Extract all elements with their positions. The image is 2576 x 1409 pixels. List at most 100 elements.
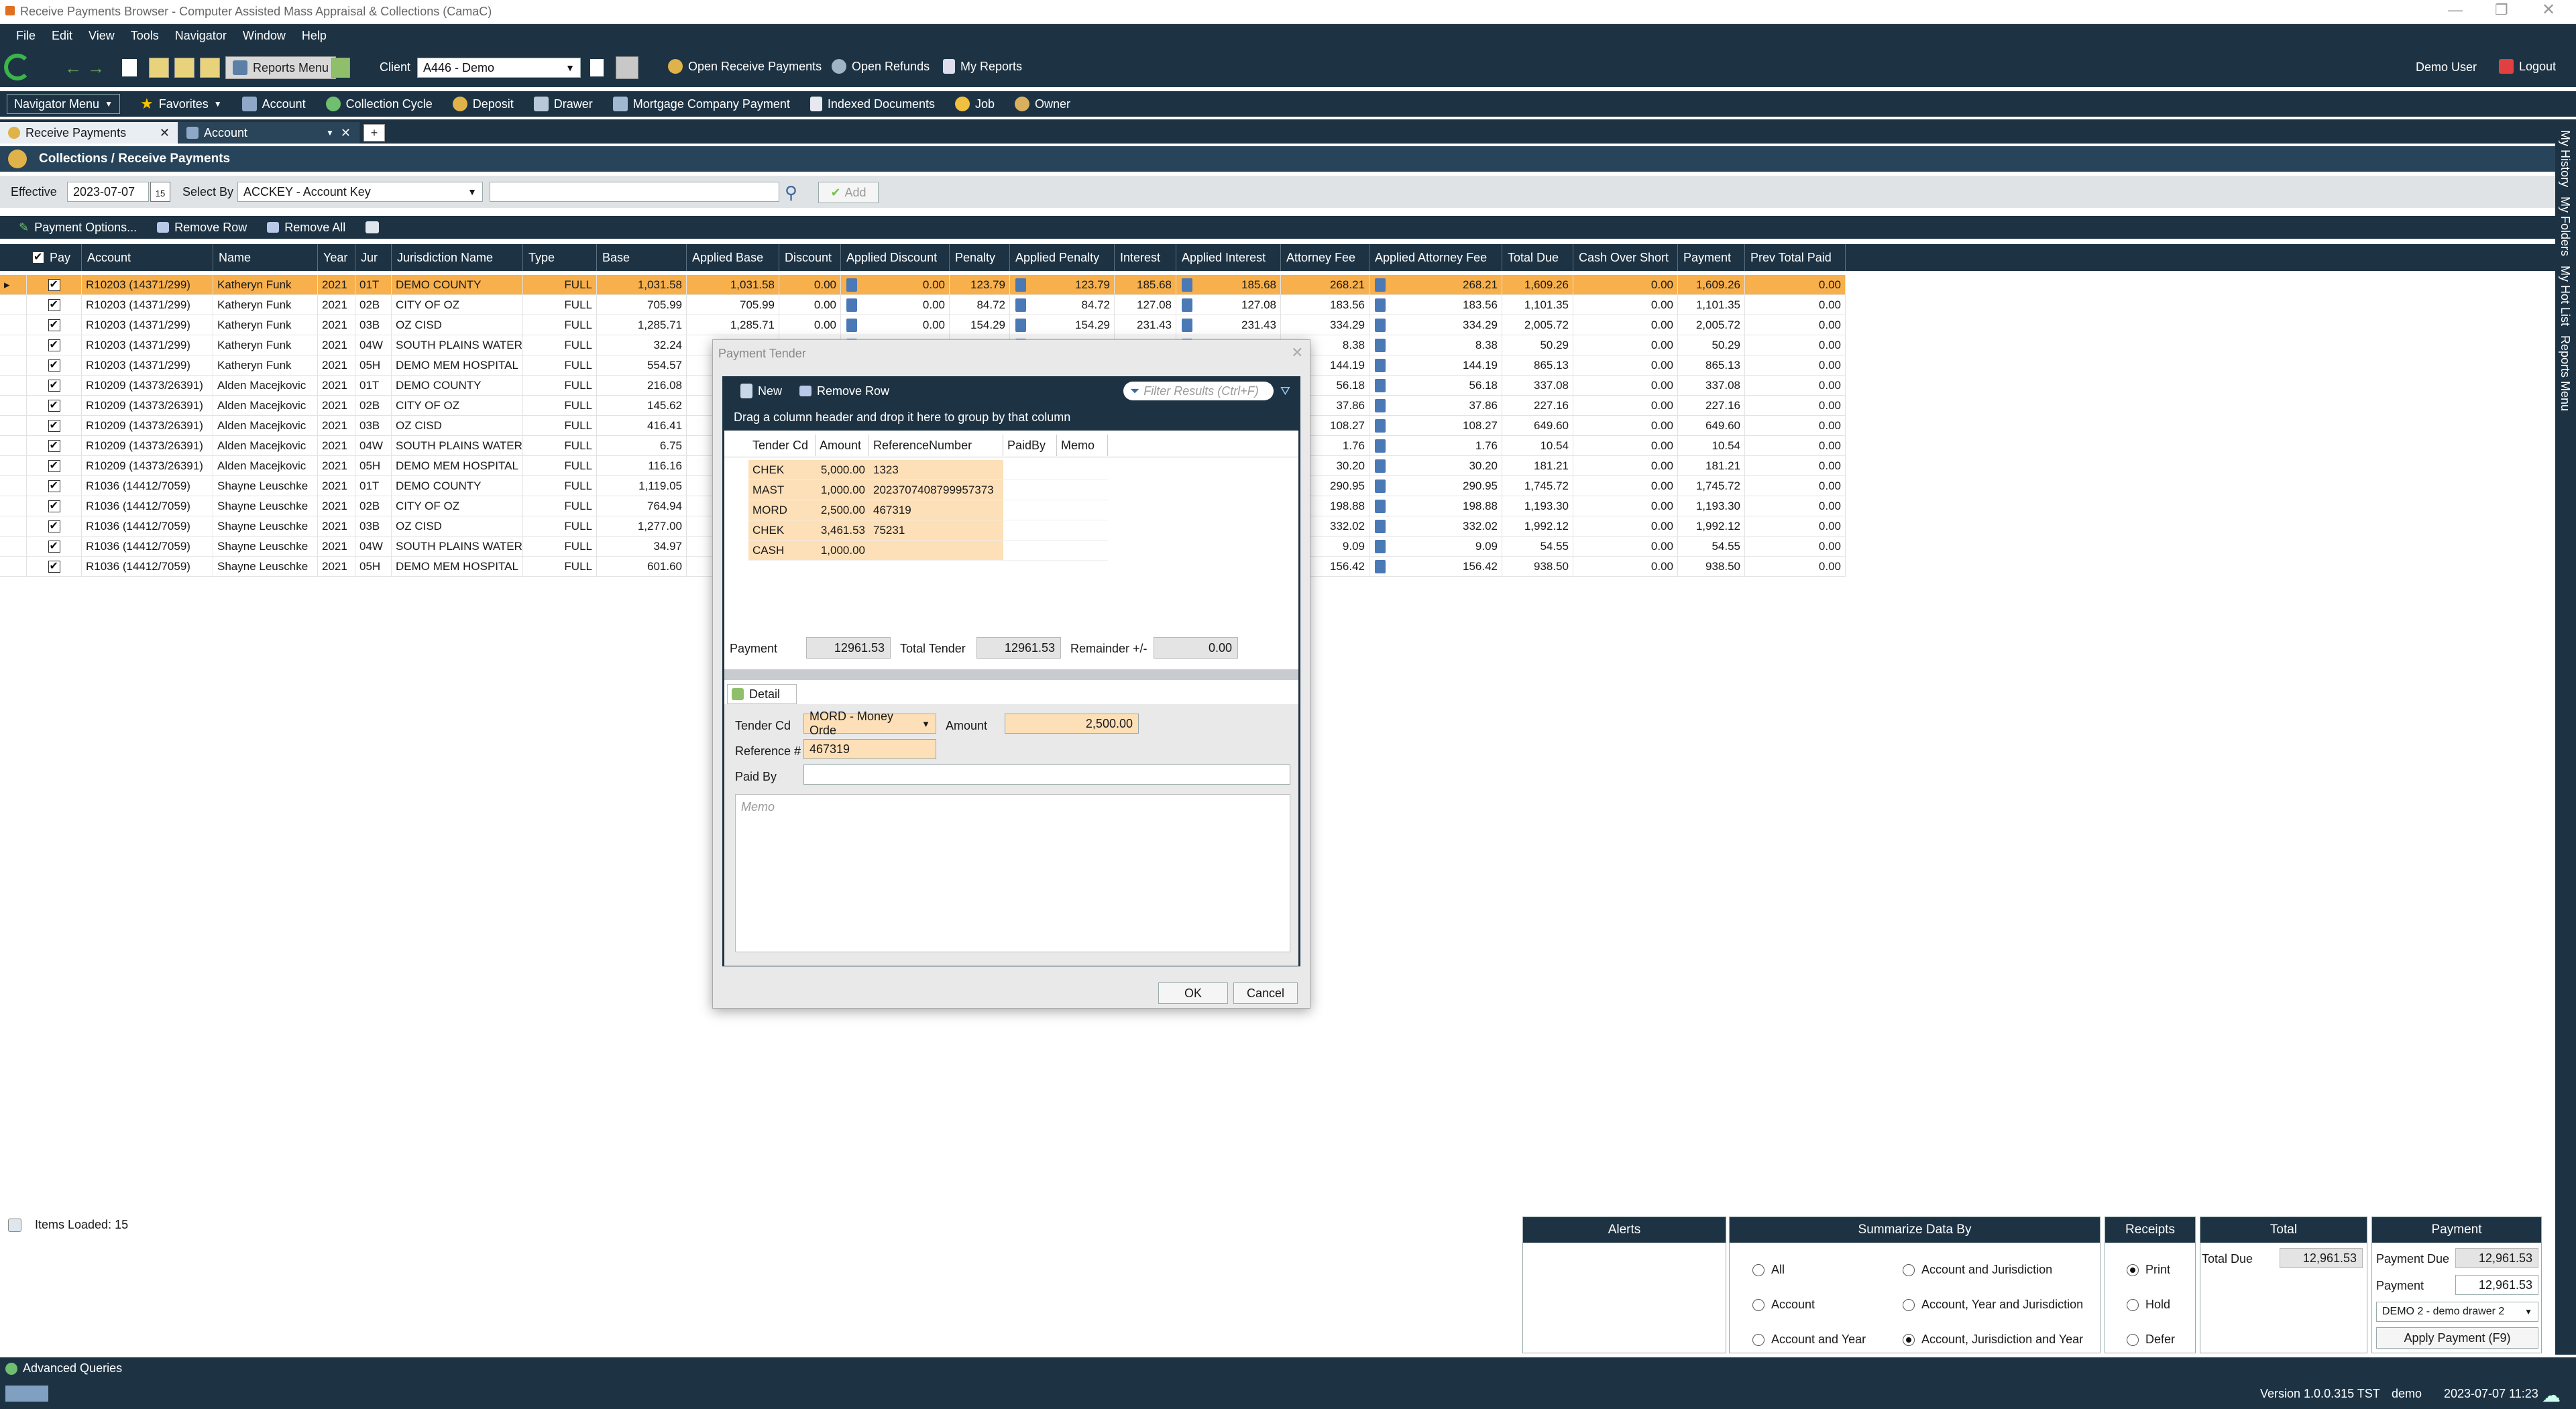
calculator-icon[interactable]	[1375, 379, 1386, 392]
col-penalty[interactable]: Penalty	[950, 244, 1010, 271]
col-base[interactable]: Base	[597, 244, 687, 271]
tender-cell[interactable]	[869, 541, 1003, 561]
pay-checkbox[interactable]	[48, 398, 60, 412]
col-applied-base[interactable]: Applied Base	[687, 244, 779, 271]
row-indicator[interactable]: ▸	[0, 275, 27, 295]
col-type[interactable]: Type	[523, 244, 597, 271]
new-document-icon[interactable]	[122, 59, 137, 76]
layout-icon-1[interactable]	[149, 58, 169, 78]
menu-navigator[interactable]: Navigator	[175, 29, 227, 43]
col-paid-by[interactable]: PaidBy	[1003, 435, 1057, 456]
advanced-queries-button[interactable]: Advanced Queries	[5, 1361, 122, 1375]
summarize-account[interactable]: Account	[1752, 1298, 1815, 1312]
add-button[interactable]: ✔ Add	[818, 182, 879, 203]
memo-textarea[interactable]: Memo	[735, 794, 1290, 952]
tender-cell[interactable]	[1057, 541, 1108, 561]
pay-checkbox[interactable]	[48, 439, 60, 452]
status-icons[interactable]	[5, 1386, 48, 1402]
row-indicator[interactable]	[0, 516, 27, 537]
close-icon[interactable]: ✕	[2542, 0, 2555, 19]
row-indicator[interactable]	[0, 436, 27, 456]
select-all-checkbox[interactable]	[32, 250, 44, 264]
table-row[interactable]: R10203 (14371/299) Katheryn Funk 2021 02B CI…	[0, 295, 1846, 315]
calculator-icon[interactable]	[1375, 480, 1386, 493]
col-prev-total-paid[interactable]: Prev Total Paid	[1745, 244, 1846, 271]
col-payment[interactable]: Payment	[1678, 244, 1745, 271]
calculator-icon[interactable]	[1375, 520, 1386, 533]
tender-cell[interactable]	[1057, 480, 1108, 500]
nav-deposit[interactable]: Deposit	[452, 97, 514, 111]
row-indicator[interactable]	[0, 537, 27, 557]
col-reference-number[interactable]: ReferenceNumber	[869, 435, 1003, 456]
open-receive-payments-button[interactable]: Open Receive Payments	[668, 59, 822, 74]
new-tender-button[interactable]: New	[740, 384, 782, 398]
col-applied-attorney-fee[interactable]: Applied Attorney Fee	[1369, 244, 1502, 271]
calculator-icon[interactable]	[1375, 399, 1386, 412]
tender-cell[interactable]: CASH	[748, 541, 816, 561]
col-cash-over-short[interactable]: Cash Over Short	[1573, 244, 1678, 271]
summarize-all[interactable]: All	[1752, 1263, 1785, 1277]
menu-file[interactable]: File	[16, 29, 36, 43]
tab-receive-payments[interactable]: Receive Payments ✕	[0, 122, 178, 144]
tender-row[interactable]: CHEK 3,461.53 75231	[724, 520, 1298, 541]
group-by-panel[interactable]: Drag a column header and drop it here to…	[724, 404, 1298, 431]
col-applied-penalty[interactable]: Applied Penalty	[1010, 244, 1115, 271]
calculator-icon[interactable]	[1015, 319, 1026, 332]
reference-input[interactable]: 467319	[803, 739, 936, 759]
calculator-icon[interactable]	[1375, 439, 1386, 453]
nav-mortgage-company-payment[interactable]: Mortgage Company Payment	[612, 97, 790, 111]
tab-close-icon[interactable]: ✕	[341, 126, 351, 140]
tender-cell[interactable]	[1003, 500, 1057, 520]
tender-cell[interactable]	[1003, 520, 1057, 541]
chevron-down-icon[interactable]: ▼	[326, 128, 334, 137]
col-applied-discount[interactable]: Applied Discount	[841, 244, 950, 271]
cancel-button[interactable]: Cancel	[1233, 982, 1298, 1004]
rail-my-hot-list[interactable]: My Hot List	[2558, 266, 2572, 326]
clipboard-icon[interactable]	[616, 56, 638, 79]
row-indicator[interactable]	[0, 295, 27, 315]
remove-row-button[interactable]: Remove Row	[157, 221, 247, 235]
col-amount[interactable]: Amount	[816, 435, 869, 456]
new-tab-button[interactable]: +	[363, 124, 385, 142]
splitter[interactable]	[724, 669, 1298, 680]
row-indicator[interactable]	[0, 476, 27, 496]
tender-cell[interactable]: MORD	[748, 500, 816, 520]
tab-account[interactable]: Account ▼ ✕	[178, 122, 359, 144]
tender-cell[interactable]	[1003, 480, 1057, 500]
calculator-icon[interactable]	[1015, 278, 1026, 292]
col-discount[interactable]: Discount	[779, 244, 841, 271]
favorites-button[interactable]: ★ Favorites ▼	[140, 95, 222, 113]
calculator-icon[interactable]	[1375, 419, 1386, 433]
pay-checkbox[interactable]	[48, 338, 60, 351]
nav-drawer[interactable]: Drawer	[533, 97, 593, 111]
receipt-hold[interactable]: Hold	[2127, 1298, 2170, 1312]
menu-help[interactable]: Help	[302, 29, 327, 43]
col-attorney-fee[interactable]: Attorney Fee	[1281, 244, 1369, 271]
col-account[interactable]: Account	[82, 244, 213, 271]
calculator-icon[interactable]	[1375, 339, 1386, 352]
apply-payment-button[interactable]: Apply Payment (F9)	[2376, 1327, 2538, 1349]
minimize-icon[interactable]: —	[2448, 1, 2463, 19]
col-year[interactable]: Year	[318, 244, 355, 271]
binoculars-icon[interactable]: ⚲	[785, 182, 797, 203]
row-indicator[interactable]	[0, 335, 27, 355]
calculator-icon[interactable]	[1375, 278, 1386, 292]
table-row[interactable]: R10203 (14371/299) Katheryn Funk 2021 03B OZ…	[0, 315, 1846, 335]
pay-checkbox[interactable]	[48, 559, 60, 573]
menu-edit[interactable]: Edit	[52, 29, 72, 43]
calculator-icon[interactable]	[1375, 298, 1386, 312]
col-tender-cd[interactable]: Tender Cd	[748, 435, 816, 456]
remove-all-button[interactable]: Remove All	[267, 221, 345, 235]
effective-date-input[interactable]: 2023-07-07	[67, 182, 149, 202]
tender-cell[interactable]	[1003, 541, 1057, 561]
layout-icon-3[interactable]	[200, 58, 220, 78]
row-indicator[interactable]	[0, 557, 27, 577]
amount-input[interactable]: 2,500.00	[1005, 714, 1139, 734]
tender-cell[interactable]	[1003, 460, 1057, 480]
payment-amount-input[interactable]: 12,961.53	[2455, 1275, 2538, 1295]
search-input[interactable]	[490, 182, 779, 202]
tender-cell[interactable]: 2,500.00	[816, 500, 869, 520]
tender-cell[interactable]: 75231	[869, 520, 1003, 541]
menu-view[interactable]: View	[89, 29, 115, 43]
tender-cell[interactable]: 2023707408799957373	[869, 480, 1003, 500]
